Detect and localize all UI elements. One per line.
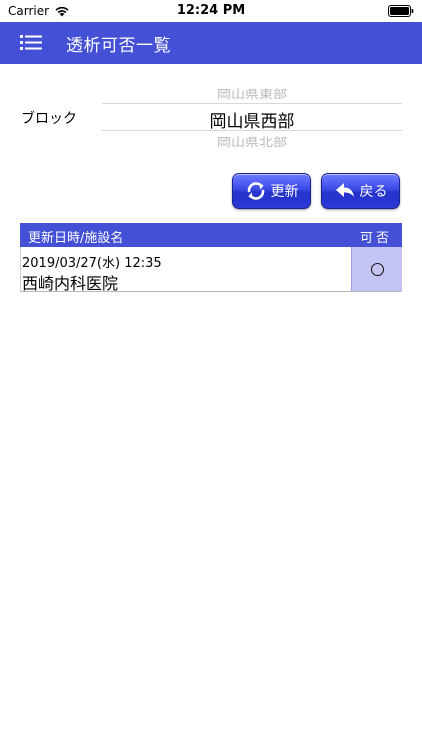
block-picker[interactable]: 岡山県東部 岡山県西部 岡山県北部 xyxy=(102,80,402,154)
back-button-label: 戻る xyxy=(359,184,388,200)
row-status-cell xyxy=(351,247,402,291)
availability-table: 更新日時/施設名 可否 2019/03/27(水) 12:35 西崎内科医院 xyxy=(20,223,402,293)
row-datetime: 2019/03/27(水) 12:35 xyxy=(22,256,162,271)
table-header: 更新日時/施設名 可否 xyxy=(20,223,402,247)
refresh-button-label: 更新 xyxy=(270,184,299,200)
column-header-name: 更新日時/施設名 xyxy=(28,231,124,246)
menu-icon[interactable] xyxy=(20,32,42,52)
available-circle-icon xyxy=(370,262,384,276)
table-row[interactable]: 2019/03/27(水) 12:35 西崎内科医院 xyxy=(20,247,402,293)
picker-divider xyxy=(102,103,402,104)
status-bar: Carrier 12:24 PM xyxy=(0,0,422,22)
page-title: 透析可否一覧 xyxy=(66,36,171,56)
back-button[interactable]: 戻る xyxy=(321,173,400,209)
picker-option-next[interactable]: 岡山県北部 xyxy=(102,134,402,150)
column-header-status: 可否 xyxy=(359,231,392,246)
picker-option-prev[interactable]: 岡山県東部 xyxy=(102,86,402,102)
refresh-icon xyxy=(247,182,264,200)
battery-icon xyxy=(388,5,414,17)
picker-option-selected[interactable]: 岡山県西部 xyxy=(102,107,402,132)
row-facility-name: 西崎内科医院 xyxy=(22,274,119,293)
refresh-button[interactable]: 更新 xyxy=(232,173,311,209)
clock: 12:24 PM xyxy=(176,3,246,18)
nav-bar: 透析可否一覧 xyxy=(0,22,422,64)
picker-divider xyxy=(102,130,402,131)
block-label: ブロック xyxy=(21,111,77,127)
back-arrow-icon xyxy=(335,183,354,197)
